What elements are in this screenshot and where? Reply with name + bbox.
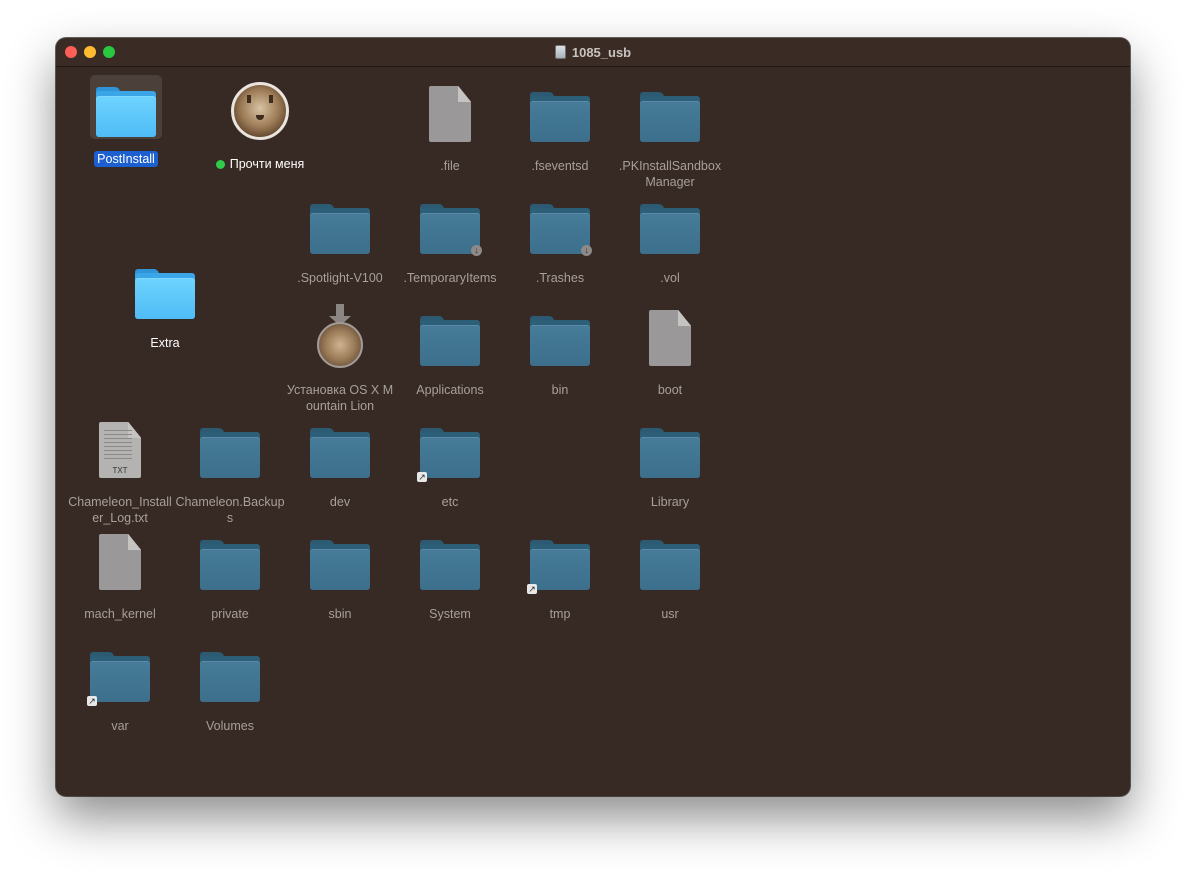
folder-postinstall[interactable]: PostInstall [71, 75, 181, 167]
folder-var-alias[interactable]: ↗ var [65, 640, 175, 734]
folder-icon: ↗ [524, 528, 596, 594]
folder-icon [129, 257, 201, 321]
app-osx-installer[interactable]: Установка OS X Mountain Lion [285, 304, 395, 414]
item-label: bin [551, 383, 569, 397]
item-label: PostInstall [94, 151, 158, 167]
folder-icon [634, 416, 706, 480]
folder-icon [524, 80, 596, 144]
item-label: Applications [416, 383, 484, 397]
item-label: var [111, 719, 129, 733]
item-label: dev [329, 495, 351, 509]
item-label: usr [661, 607, 679, 621]
text-document-icon: TXT [84, 416, 156, 480]
folder-extra[interactable]: Extra [110, 257, 220, 351]
document-icon [634, 304, 706, 368]
folder-icon [524, 304, 596, 368]
folder-bin[interactable]: bin [505, 304, 615, 398]
folder-icon: ↗ [84, 640, 156, 706]
folder-icon [414, 528, 486, 592]
folder-system[interactable]: System [395, 528, 505, 622]
window-title: 1085_usb [56, 38, 1130, 66]
mountain-lion-image-icon [224, 78, 296, 142]
folder-icon: ↓ [414, 192, 486, 256]
item-label: tmp [549, 607, 571, 621]
item-label: mach_kernel [84, 607, 156, 621]
folder-icon [194, 640, 266, 704]
folder-fseventsd[interactable]: .fseventsd [505, 80, 615, 174]
folder-icon [304, 416, 376, 480]
item-label: etc [441, 495, 459, 509]
file-readme[interactable]: Прочти меня [205, 78, 315, 172]
finder-window: 1085_usb PostInstall Прочти меня .file .… [56, 38, 1130, 796]
file-mach-kernel[interactable]: mach_kernel [65, 528, 175, 622]
item-label: boot [657, 383, 683, 397]
folder-vol[interactable]: .vol [615, 192, 725, 286]
item-label: .Spotlight-V100 [297, 271, 383, 285]
download-badge-icon: ↓ [581, 245, 592, 256]
folder-icon [194, 528, 266, 592]
item-label: .vol [660, 271, 680, 285]
item-label: sbin [328, 607, 352, 621]
folder-icon [414, 304, 486, 368]
folder-etc-alias[interactable]: ↗ etc [395, 416, 505, 510]
file-chameleon-log[interactable]: TXT Chameleon_Installer_Log.txt [65, 416, 175, 526]
download-badge-icon: ↓ [471, 245, 482, 256]
item-label: Volumes [206, 719, 254, 733]
folder-volumes[interactable]: Volumes [175, 640, 285, 734]
folder-spotlight[interactable]: .Spotlight-V100 [285, 192, 395, 286]
item-label: .PKInstallSandbox Manager [618, 159, 722, 189]
document-icon [414, 80, 486, 144]
window-title-text: 1085_usb [571, 44, 632, 60]
item-label: private [211, 607, 249, 621]
title-bar[interactable]: 1085_usb [56, 38, 1130, 67]
folder-chameleon-backups[interactable]: Chameleon.Backups [175, 416, 285, 526]
item-label: System [429, 607, 471, 621]
folder-applications[interactable]: Applications [395, 304, 505, 398]
folder-private[interactable]: private [175, 528, 285, 622]
alias-arrow-icon: ↗ [527, 584, 537, 594]
alias-arrow-icon: ↗ [87, 696, 97, 706]
folder-pkinstall[interactable]: .PKInstallSandbox Manager [615, 80, 725, 190]
file-dot-file[interactable]: .file [395, 80, 505, 174]
folder-icon: ↓ [524, 192, 596, 256]
folder-temporaryitems[interactable]: ↓ .TemporaryItems [395, 192, 505, 286]
item-label: .fseventsd [531, 159, 589, 173]
folder-library[interactable]: Library [615, 416, 725, 510]
document-icon [84, 528, 156, 592]
folder-icon [90, 75, 162, 139]
folder-icon [304, 192, 376, 256]
file-extension-label: TXT [112, 466, 128, 475]
item-label: Extra [150, 336, 180, 350]
green-tag-icon [215, 159, 225, 169]
alias-arrow-icon: ↗ [417, 472, 427, 482]
item-label: .TemporaryItems [403, 271, 497, 285]
folder-trashes[interactable]: ↓ .Trashes [505, 192, 615, 286]
item-label: Library [650, 495, 690, 509]
folder-sbin[interactable]: sbin [285, 528, 395, 622]
file-boot[interactable]: boot [615, 304, 725, 398]
folder-icon [634, 80, 706, 144]
usb-drive-icon [554, 45, 566, 59]
item-label: Chameleon_Installer_Log.txt [68, 495, 172, 525]
folder-icon: ↗ [414, 416, 486, 482]
folder-tmp-alias[interactable]: ↗ tmp [505, 528, 615, 622]
folder-icon [194, 416, 266, 480]
installer-icon [304, 304, 376, 368]
folder-dev[interactable]: dev [285, 416, 395, 510]
item-label: Прочти меня [229, 157, 305, 171]
item-label: Chameleon.Backups [175, 495, 285, 525]
folder-icon [634, 528, 706, 592]
item-label: .file [440, 159, 460, 173]
folder-icon [304, 528, 376, 592]
item-label: .Trashes [535, 271, 585, 285]
item-label: Установка OS X Mountain Lion [286, 383, 394, 413]
folder-icon [634, 192, 706, 256]
folder-usr[interactable]: usr [615, 528, 725, 622]
